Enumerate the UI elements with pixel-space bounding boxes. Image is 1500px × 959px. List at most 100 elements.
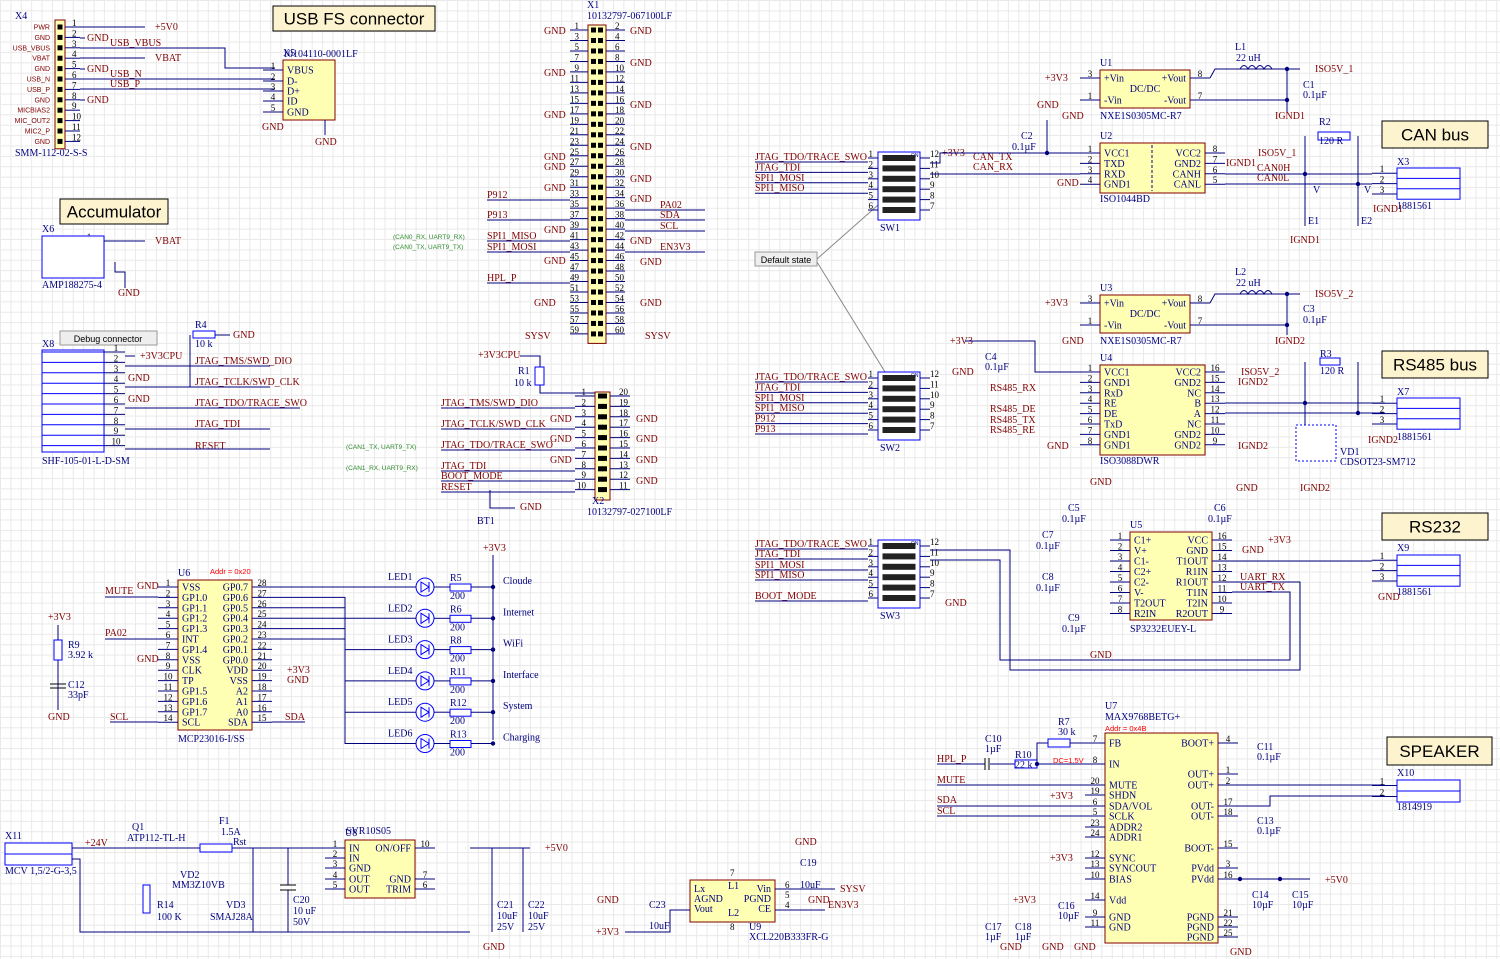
label: P912 <box>755 414 776 425</box>
junction-dot <box>490 710 496 715</box>
ref: R8 <box>450 636 462 647</box>
pin-label: MIC2_P <box>25 129 51 136</box>
pin-number: 8 <box>930 411 935 421</box>
label: GND <box>640 298 662 309</box>
ref-designator: U6 <box>178 568 190 579</box>
pin-name: GND <box>1186 546 1208 557</box>
ref: R3 <box>1320 349 1332 360</box>
ref: V <box>1364 185 1372 196</box>
header-pin <box>57 138 63 144</box>
pin-name: -Vin <box>1104 321 1122 332</box>
pin-number: 1 <box>1380 164 1385 174</box>
pin-name: GP0.0 <box>223 655 248 666</box>
pin-number: 9 <box>930 568 935 578</box>
pin-number: 6 <box>114 395 119 405</box>
r4-resistor <box>192 330 216 339</box>
pin-number: 21 <box>1224 908 1233 918</box>
pin-name: V+ <box>1134 546 1147 557</box>
r9-resistor <box>53 639 63 661</box>
pin-number: 7 <box>930 589 935 599</box>
label: GND <box>1000 942 1022 953</box>
header-pin <box>57 55 63 61</box>
red: DC=1.5V <box>1053 756 1084 765</box>
pin-name: GP1.5 <box>182 687 207 698</box>
pin-name: C2- <box>1134 578 1149 589</box>
pin-number: 4 <box>869 568 874 578</box>
pin-number: 23 <box>1091 818 1101 828</box>
pin-number: 3 <box>166 599 171 609</box>
pin-number: 1 <box>1088 316 1093 326</box>
ref-designator: U5 <box>1130 520 1142 531</box>
ref: SW1 <box>880 223 900 234</box>
resistor <box>449 740 472 748</box>
ref: R1 <box>518 366 530 377</box>
pin-number: 15 <box>1211 373 1221 383</box>
pin-number: 6 <box>1088 415 1093 425</box>
ref: C6 <box>1214 503 1226 514</box>
label: GND <box>137 654 159 665</box>
part: SMAJ28A <box>210 912 254 923</box>
label: GND <box>233 330 255 341</box>
pin-name: R1OUT <box>1176 578 1208 589</box>
pin-number: 2 <box>1380 562 1385 572</box>
label: JTAG_TMS/SWD_DIO <box>195 356 292 367</box>
part: XCL220B333FR-G <box>749 932 828 943</box>
pin-number: 26 <box>258 599 268 609</box>
header-pin <box>602 487 607 493</box>
label: BOOT_MODE <box>441 471 503 482</box>
pin-name: SCLK <box>1109 812 1135 823</box>
header-pin <box>591 258 596 264</box>
red: Addr = 0x4B <box>1105 724 1146 733</box>
label: P913 <box>487 210 508 221</box>
ref: C22 <box>528 900 545 911</box>
ref: 0.1µF <box>1208 514 1232 525</box>
pin-number: 2 <box>114 353 119 363</box>
pin-number: 15 <box>258 713 268 723</box>
label: GND <box>795 837 817 848</box>
switch-lever <box>882 186 916 193</box>
pin-number: 9 <box>1220 605 1225 615</box>
label: GND <box>544 183 566 194</box>
label: GND <box>1236 483 1258 494</box>
led-symbol <box>420 706 430 719</box>
pin-name: R2OUT <box>1176 609 1208 620</box>
section-title: CAN bus <box>1401 126 1469 145</box>
ref: V <box>1313 185 1321 196</box>
header-pin <box>591 100 596 106</box>
led-symbol <box>420 737 430 750</box>
wire <box>930 559 1291 661</box>
pin-name: A0 <box>236 707 248 718</box>
label: GND <box>1090 650 1112 661</box>
inductor-l2 <box>1239 290 1273 296</box>
label: GND <box>87 95 109 106</box>
label: GND <box>630 26 652 37</box>
header-pin <box>57 45 63 51</box>
led-icon <box>415 640 435 660</box>
header-pin <box>591 310 596 316</box>
ref: R11 <box>450 667 466 678</box>
led-icon <box>415 671 435 691</box>
header-pin <box>602 403 607 409</box>
pin-name: GP1.4 <box>182 645 207 656</box>
header-pin <box>598 279 603 285</box>
pin-name: -Vin <box>1104 96 1122 107</box>
part: 10132797-067100LF <box>587 11 672 22</box>
ref: LED2 <box>388 603 412 614</box>
pin-name: IN <box>1109 760 1120 771</box>
pin-name: OUT <box>349 885 370 896</box>
header-pin <box>591 69 596 75</box>
pin-number: 15 <box>1224 839 1234 849</box>
label: GND <box>534 298 556 309</box>
pin-number: 6 <box>869 421 874 431</box>
pin-name: GND <box>1109 923 1131 934</box>
wire <box>816 204 879 260</box>
label: ISO5V_1 <box>1315 64 1353 75</box>
pin-label: MIC_OUT2 <box>15 118 51 125</box>
switch-lever <box>882 427 916 433</box>
label: EN3V3 <box>828 900 859 911</box>
pin-number: 7 <box>1213 154 1218 164</box>
wire <box>1238 795 1385 807</box>
pin-name: GND1 <box>1104 440 1131 451</box>
ref: 50V <box>293 917 311 928</box>
label: +3V3 <box>48 612 71 623</box>
